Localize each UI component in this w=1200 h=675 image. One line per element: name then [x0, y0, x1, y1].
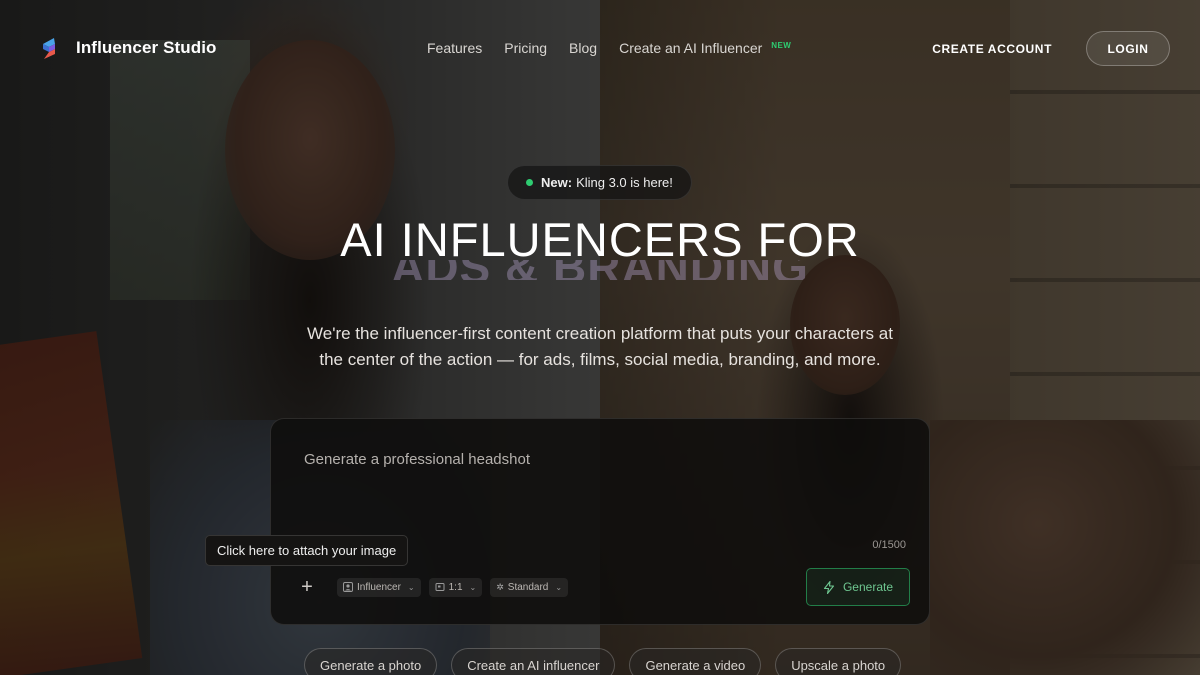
suggestion-pills: Generate a photo Create an AI influencer…	[304, 648, 902, 675]
aspect-ratio-icon	[435, 583, 445, 591]
chevron-down-icon: ⌄	[555, 582, 563, 592]
chip-label: 1:1	[448, 581, 463, 593]
nav-link-features[interactable]: Features	[427, 40, 482, 56]
hero-title: AI INFLUENCERS FOR	[340, 213, 860, 266]
char-count: 0/1500	[872, 539, 906, 551]
suggestion-generate-video[interactable]: Generate a video	[629, 648, 762, 675]
nav-link-blog[interactable]: Blog	[569, 40, 597, 56]
nav-link-pricing[interactable]: Pricing	[504, 40, 547, 56]
new-badge: NEW	[771, 41, 792, 50]
prompt-toolbar: + Influencer ⌄ 1:1 ⌄ ✲ Standard ⌄	[295, 575, 569, 599]
brand-name: Influencer Studio	[76, 38, 217, 57]
announcement-badge[interactable]: New: Kling 3.0 is here!	[507, 165, 692, 200]
nav-actions: CREATE ACCOUNT LOGIN	[932, 31, 1170, 66]
model-select-influencer[interactable]: Influencer ⌄	[337, 577, 421, 597]
login-button[interactable]: LOGIN	[1086, 31, 1170, 66]
sparkle-icon: ✲	[496, 581, 504, 592]
announcement-message: Kling 3.0 is here!	[576, 175, 673, 190]
attach-image-tooltip: Click here to attach your image	[205, 535, 409, 566]
brand-logo[interactable]: Influencer Studio	[36, 35, 217, 61]
prompt-input[interactable]	[304, 451, 884, 541]
nav-links: Features Pricing Blog Create an AI Influ…	[427, 40, 791, 56]
suggestion-create-ai-influencer[interactable]: Create an AI influencer	[451, 648, 616, 675]
generate-button[interactable]: Generate	[806, 568, 910, 606]
nav-link-label: Create an AI Influencer	[619, 40, 763, 56]
status-dot-icon	[526, 179, 533, 186]
create-account-link[interactable]: CREATE ACCOUNT	[932, 42, 1052, 56]
nav-link-create-ai-influencer[interactable]: Create an AI Influencer NEW	[619, 40, 791, 56]
chip-label: Standard	[507, 581, 549, 593]
chevron-down-icon: ⌄	[407, 582, 415, 592]
aspect-ratio-select[interactable]: 1:1 ⌄	[428, 577, 483, 597]
generate-label: Generate	[842, 580, 894, 594]
hero-subtitle: We're the influencer-first content creat…	[307, 324, 893, 369]
person-icon	[343, 582, 353, 592]
chip-label: Influencer	[357, 581, 401, 593]
suggestion-upscale-photo[interactable]: Upscale a photo	[775, 648, 902, 675]
stacked-s-logo-icon	[43, 38, 55, 59]
attach-image-button[interactable]: +	[295, 575, 319, 599]
prompt-box: 0/1500 + Influencer ⌄ 1:1 ⌄ ✲ Standard ⌄	[270, 418, 930, 625]
lightning-icon	[823, 580, 835, 594]
announcement-text: New: Kling 3.0 is here!	[541, 175, 673, 190]
suggestion-generate-photo[interactable]: Generate a photo	[304, 648, 438, 675]
announcement-strong: New:	[541, 175, 573, 190]
quality-select[interactable]: ✲ Standard ⌄	[490, 577, 569, 597]
chevron-down-icon: ⌄	[469, 582, 477, 592]
top-nav: Influencer Studio Features Pricing Blog …	[0, 0, 1200, 96]
